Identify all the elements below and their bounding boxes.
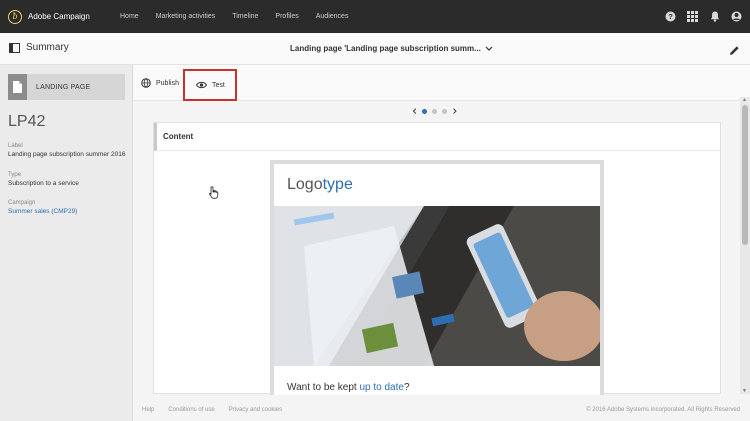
nav-item-profiles[interactable]: Profiles bbox=[275, 13, 298, 20]
footer-help-link[interactable]: Help bbox=[142, 407, 154, 413]
publish-button[interactable]: Publish bbox=[141, 72, 179, 94]
logotype: Logotype bbox=[287, 176, 353, 194]
top-navigation-bar: ƀ Adobe Campaign Home Marketing activiti… bbox=[0, 0, 750, 33]
content-section-title: Content bbox=[154, 123, 720, 151]
landing-page-id: LP42 bbox=[8, 113, 46, 130]
hand-cursor-icon bbox=[209, 186, 219, 204]
label-field-label: Label bbox=[8, 143, 23, 149]
nav-item-audiences[interactable]: Audiences bbox=[316, 13, 349, 20]
app-name: Adobe Campaign bbox=[28, 12, 90, 21]
preview-headline: Want to be kept up to date? bbox=[287, 382, 410, 393]
scroll-down-arrow-icon[interactable]: ▼ bbox=[742, 388, 747, 394]
pencil-icon[interactable] bbox=[729, 43, 740, 61]
test-button[interactable]: Test bbox=[183, 69, 237, 101]
pager-dot-2[interactable] bbox=[432, 109, 438, 114]
eye-icon bbox=[196, 81, 207, 89]
summary-panel: LANDING PAGE LP42 Label Landing page sub… bbox=[0, 65, 133, 421]
pager-dot-3[interactable] bbox=[442, 109, 448, 114]
adobe-campaign-logo: ƀ bbox=[8, 9, 22, 24]
vertical-scrollbar[interactable]: ▲ ▼ bbox=[740, 97, 750, 394]
nav-item-home[interactable]: Home bbox=[120, 13, 139, 20]
footer-privacy-link[interactable]: Privacy and cookies bbox=[229, 407, 282, 413]
preview-headline-end: ? bbox=[403, 382, 410, 393]
campaign-field: Campaign Summer sales (CMP29) bbox=[8, 200, 77, 215]
page-pager: ‹ › bbox=[412, 105, 457, 118]
nav-item-timeline[interactable]: Timeline bbox=[232, 13, 258, 20]
next-page-chevron-icon[interactable]: › bbox=[452, 105, 457, 118]
label-field: Label Landing page subscription summer 2… bbox=[8, 143, 125, 158]
type-field-label: Type bbox=[8, 172, 22, 178]
notifications-bell-icon[interactable] bbox=[709, 11, 720, 22]
summary-toggle[interactable]: Summary bbox=[9, 42, 69, 53]
campaign-link[interactable]: Summer sales (CMP29) bbox=[8, 208, 77, 215]
content-area: ‹ › Content Logotype Want to be kept up … bbox=[134, 101, 740, 395]
user-avatar-icon[interactable] bbox=[731, 11, 742, 22]
svg-text:?: ? bbox=[668, 12, 673, 21]
footer: Help Conditions of use Privacy and cooki… bbox=[134, 398, 750, 421]
copyright: © 2016 Adobe Systems Incorporated. All R… bbox=[586, 406, 740, 413]
landing-page-preview[interactable]: Logotype Want to be kept up to date? bbox=[270, 160, 604, 395]
scrollbar-thumb[interactable] bbox=[742, 105, 748, 245]
campaign-field-label: Campaign bbox=[8, 200, 36, 206]
content-toolbar: Publish Test bbox=[134, 65, 750, 101]
footer-conditions-link[interactable]: Conditions of use bbox=[168, 407, 214, 413]
help-icon[interactable]: ? bbox=[665, 11, 676, 22]
page-title-dropdown[interactable]: Landing page 'Landing page subscription … bbox=[290, 44, 493, 53]
chevron-down-icon bbox=[485, 46, 493, 51]
summary-label: Summary bbox=[26, 42, 69, 53]
type-field: Type Subscription to a service bbox=[8, 172, 79, 187]
summary-panel-icon bbox=[9, 42, 20, 53]
content-section: Content Logotype Want to be kept up to d… bbox=[153, 122, 721, 395]
page-title: Landing page 'Landing page subscription … bbox=[290, 44, 481, 53]
logotype-part-2: type bbox=[322, 176, 353, 193]
preview-headline-text: Want to be kept bbox=[287, 382, 360, 393]
brand[interactable]: ƀ Adobe Campaign bbox=[8, 9, 120, 24]
page-header: Summary Landing page 'Landing page subsc… bbox=[0, 33, 750, 65]
test-label: Test bbox=[212, 81, 225, 89]
scroll-up-arrow-icon[interactable]: ▲ bbox=[742, 97, 747, 103]
top-icons: ? bbox=[665, 0, 742, 33]
up-to-date-link[interactable]: up to date bbox=[359, 382, 403, 393]
publish-label: Publish bbox=[156, 79, 179, 87]
logotype-part-1: Logo bbox=[287, 176, 323, 193]
type-field-value: Subscription to a service bbox=[8, 180, 79, 187]
apps-grid-icon[interactable] bbox=[687, 11, 698, 22]
landing-page-icon bbox=[8, 74, 27, 100]
main-nav: Home Marketing activities Timeline Profi… bbox=[120, 13, 365, 20]
pager-dot-1[interactable] bbox=[422, 109, 428, 114]
globe-icon bbox=[141, 78, 151, 88]
landing-page-type-label: LANDING PAGE bbox=[36, 83, 91, 91]
previous-page-chevron-icon[interactable]: ‹ bbox=[412, 105, 417, 118]
landing-page-type-badge: LANDING PAGE bbox=[8, 74, 125, 100]
hero-image bbox=[274, 206, 600, 366]
nav-item-marketing-activities[interactable]: Marketing activities bbox=[156, 13, 216, 20]
label-field-value: Landing page subscription summer 2016 bbox=[8, 151, 126, 158]
